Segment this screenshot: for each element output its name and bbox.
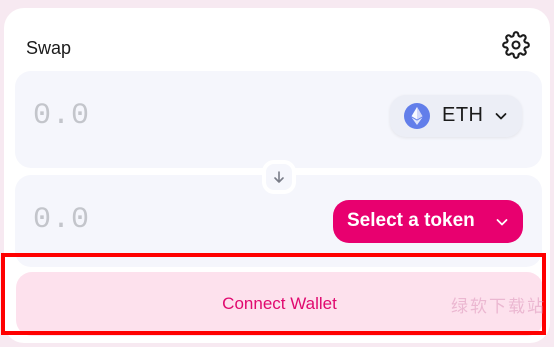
switch-tokens-button[interactable] (262, 160, 296, 194)
watermark-logo: 绿软下载站 (451, 297, 546, 317)
page-title: Swap (26, 38, 72, 58)
select-token-label: Select a token (347, 210, 475, 231)
gear-icon[interactable] (502, 31, 530, 59)
input-amount-field[interactable]: 0.0 (33, 99, 90, 133)
swap-header: Swap (26, 30, 534, 64)
eth-icon (404, 103, 430, 129)
token-select-button[interactable]: ETH (390, 95, 522, 137)
output-amount-field[interactable]: 0.0 (33, 203, 90, 237)
token-symbol: ETH (442, 104, 484, 126)
chevron-down-icon (495, 215, 509, 229)
input-panel: 0.0 ETH (15, 71, 542, 168)
select-token-button[interactable]: Select a token (333, 200, 523, 243)
chevron-down-icon (494, 109, 508, 123)
